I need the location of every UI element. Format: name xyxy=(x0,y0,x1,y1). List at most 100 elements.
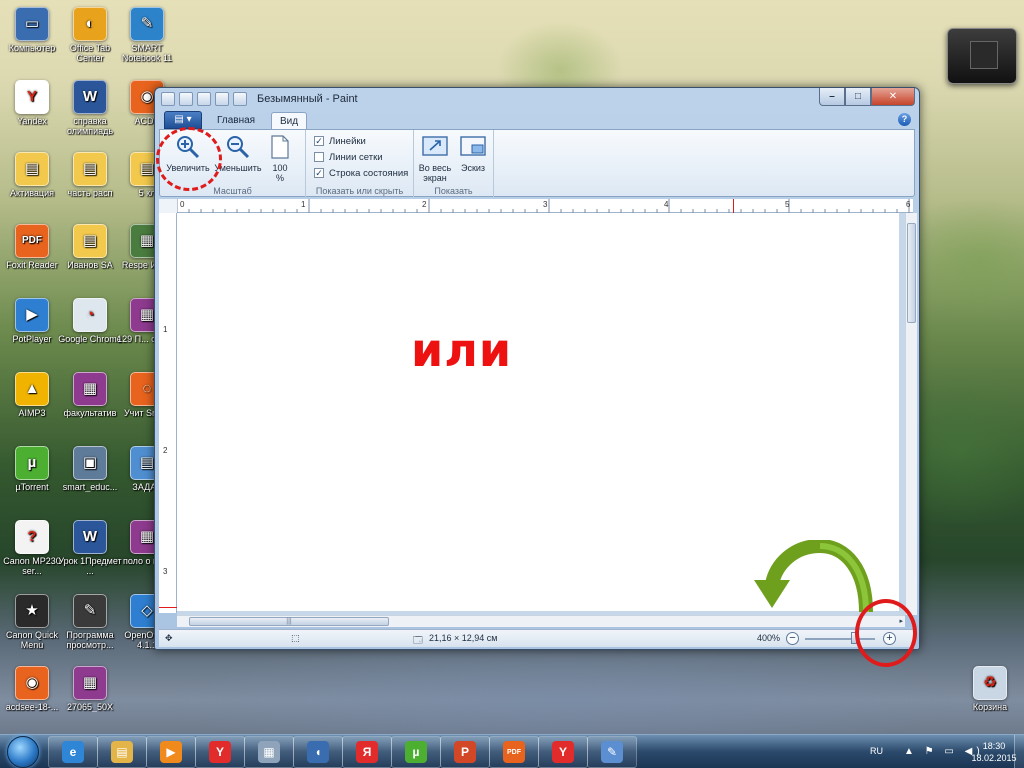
fullscreen-icon xyxy=(422,134,448,160)
close-button[interactable]: ✕ xyxy=(871,88,915,106)
title-bar[interactable]: Безымянный - Paint – □ ✕ xyxy=(155,88,919,110)
desktop-icon[interactable]: ▦ 27065_50X xyxy=(58,664,122,724)
zoom-out-small-button[interactable]: − xyxy=(786,632,799,645)
taskbar-ie-button[interactable]: e xyxy=(48,736,98,768)
desktop-icon[interactable]: ▤ Активация xyxy=(0,150,64,210)
desktop-icon[interactable]: ? Canon MP230 ser... xyxy=(0,518,64,578)
desktop-app-icon: ▤ xyxy=(73,224,107,258)
ruler-mark: 0 xyxy=(180,200,185,209)
redo-icon[interactable] xyxy=(215,92,229,106)
horizontal-scrollbar[interactable]: ||| ▸ xyxy=(177,615,905,627)
save-icon[interactable] xyxy=(179,92,193,106)
yandex-2-icon: Y xyxy=(552,741,574,763)
fullscreen-button[interactable]: Во весь экран xyxy=(416,134,454,183)
desktop-icon[interactable]: ★ Canon Quick Menu xyxy=(0,592,64,652)
desktop-icon[interactable]: Wсправка олимпиадь xyxy=(58,78,122,138)
desktop-icon[interactable]: ▲ AIMP3 xyxy=(0,370,64,430)
desktop-app-icon: µ xyxy=(15,446,49,480)
taskbar-calculator-button[interactable]: ▦ xyxy=(244,736,294,768)
taskbar-media-player-button[interactable]: ▶ xyxy=(146,736,196,768)
taskbar-yandex-button[interactable]: Y xyxy=(195,736,245,768)
desktop-icon[interactable]: PDF Foxit Reader xyxy=(0,222,64,282)
desktop-app-icon: ▶ xyxy=(15,298,49,332)
desktop-app-icon: ▤ xyxy=(15,152,49,186)
desktop-icon[interactable]: W Урок 1Предмет ... xyxy=(58,518,122,578)
tab-home[interactable]: Главная xyxy=(209,112,263,130)
desktop-app-icon: Y xyxy=(15,80,49,114)
desktop-icon-label: Иванов SA xyxy=(67,260,113,270)
paint-app-icon[interactable] xyxy=(161,92,175,106)
taskbar-pdf-button[interactable]: PDF xyxy=(489,736,539,768)
desktop-icon[interactable]: ▶ PotPlayer xyxy=(0,296,64,356)
desktop-icon[interactable]: ▤ Иванов SA xyxy=(58,222,122,282)
tab-view[interactable]: Вид xyxy=(271,112,308,130)
desktop-icon[interactable]: ✎ Программа просмотр... xyxy=(58,592,122,652)
vertical-scrollbar[interactable] xyxy=(905,213,917,615)
ruler-mark: 5 xyxy=(785,200,790,209)
statusbar-checkbox[interactable]: ✓ Строка состояния xyxy=(314,166,408,180)
desktop-icon[interactable]: ▦ факультатив xyxy=(58,370,122,430)
desktop-icon[interactable]: ◉ acdsee-18-... xyxy=(0,664,64,724)
desktop-icon[interactable]: ◐ Office Tab Center xyxy=(58,5,122,65)
taskbar-paint-button[interactable]: ✎ xyxy=(587,736,637,768)
windows-logo-icon xyxy=(7,736,39,768)
taskbar-utorrent-button[interactable]: µ xyxy=(391,736,441,768)
customize-qat-icon[interactable] xyxy=(233,92,247,106)
quick-access-toolbar xyxy=(161,92,247,106)
green-curved-arrow-icon xyxy=(754,540,873,613)
paint-icon: ✎ xyxy=(601,741,623,763)
thumbnail-button[interactable]: Эскиз xyxy=(454,134,492,173)
undo-icon[interactable] xyxy=(197,92,211,106)
paint-menu-button[interactable]: ▤ ▾ xyxy=(164,111,202,129)
desktop-app-icon: W xyxy=(73,80,107,114)
start-button[interactable] xyxy=(2,735,44,768)
desktop-icon[interactable]: ♻ Корзина xyxy=(958,664,1022,724)
taskbar-yandex-2-button[interactable]: Y xyxy=(538,736,588,768)
window-controls: – □ ✕ xyxy=(819,88,915,106)
desktop-icon[interactable]: ▣ smart_educ... xyxy=(58,444,122,504)
fullscreen-label: Во весь экран xyxy=(418,163,452,183)
desktop-icon-label: Canon Quick Menu xyxy=(5,630,59,650)
system-tray: RU ▲ ⚑ ▭ ◀) 18:30 18.02.2015 xyxy=(834,735,1024,768)
desktop-app-icon: ? xyxy=(15,520,49,554)
desktop-app-icon: ★ xyxy=(15,594,49,628)
gridlines-checkbox[interactable]: Линии сетки xyxy=(314,150,383,164)
ruler-mark: 1 xyxy=(163,325,168,334)
language-indicator[interactable]: RU xyxy=(870,746,883,756)
display-group: Во весь экран Эскиз Показать xyxy=(414,130,494,198)
desktop-gadget[interactable] xyxy=(947,28,1017,84)
desktop-icon[interactable]: ▤ часть расп xyxy=(58,150,122,210)
desktop-icon[interactable]: ▭ Компьютер xyxy=(0,5,64,65)
taskbar-audio-button[interactable]: ◖ xyxy=(293,736,343,768)
desktop-icon-label: AIMP3 xyxy=(18,408,46,418)
desktop-app-icon: ◉ xyxy=(15,666,49,700)
ie-icon: e xyxy=(62,741,84,763)
desktop-icon[interactable]: ✎ SMART Notebook 11 xyxy=(115,5,179,65)
vertical-scroll-thumb[interactable] xyxy=(907,223,916,323)
desktop-icon[interactable]: ◔ Google Chrome xyxy=(58,296,122,356)
zoom-100-label: 100 % xyxy=(272,163,288,183)
desktop-icon-label: Google Chrome xyxy=(58,334,122,344)
desktop-icon[interactable]: Y Yandex xyxy=(0,78,64,138)
ruler-mark: 3 xyxy=(543,200,548,209)
zoom-100-button[interactable]: 100 % xyxy=(258,134,302,183)
zoom-out-icon xyxy=(225,134,251,160)
desktop-icon[interactable]: µ µTorrent xyxy=(0,444,64,504)
pdf-icon: PDF xyxy=(503,741,525,763)
gadget-screen-icon xyxy=(970,41,998,69)
gridlines-label: Линии сетки xyxy=(329,151,383,163)
horizontal-scroll-thumb[interactable]: ||| xyxy=(189,617,389,626)
explorer-icon: ▤ xyxy=(111,741,133,763)
taskbar-powerpoint-button[interactable]: P xyxy=(440,736,490,768)
taskbar: e ▤ ▶ Y ▦ ◖ Яµ P PDF Y ✎ RU ▲ ⚑ ▭ ◀) 18:30 18.02.2… xyxy=(0,734,1024,768)
rulers-checkbox[interactable]: ✓ Линейки xyxy=(314,134,366,148)
help-icon[interactable]: ? xyxy=(898,113,911,126)
show-desktop-button[interactable] xyxy=(1014,735,1024,768)
taskbar-explorer-button[interactable]: ▤ xyxy=(97,736,147,768)
desktop-icon-label: Office Tab Center xyxy=(69,43,111,63)
clock[interactable]: 18:30 18.02.2015 xyxy=(969,740,1019,764)
taskbar-yandex-browser-button[interactable]: Я xyxy=(342,736,392,768)
maximize-button[interactable]: □ xyxy=(845,88,871,106)
minimize-button[interactable]: – xyxy=(819,88,845,106)
cursor-position-icon: ✥ xyxy=(165,633,173,643)
